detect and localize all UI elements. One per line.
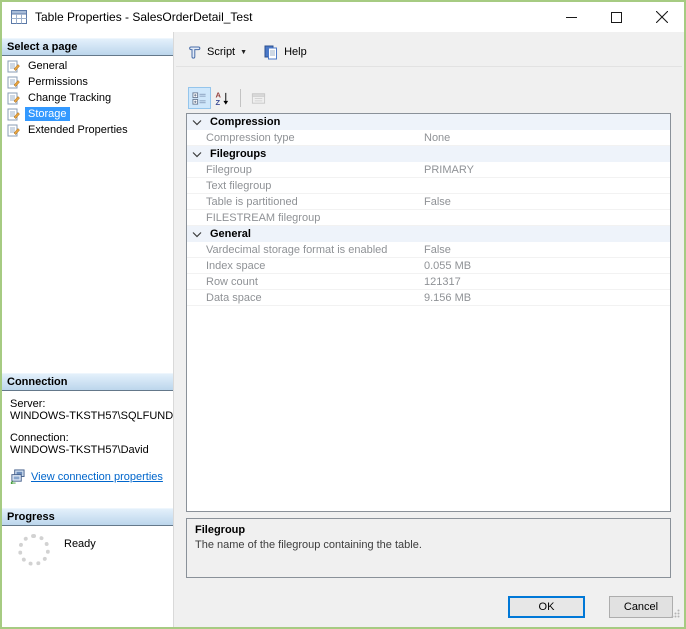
category-label: General [210,228,251,240]
description-panel: Filegroup The name of the filegroup cont… [186,518,671,578]
window-title: Table Properties - SalesOrderDetail_Test [35,10,253,24]
script-scroll-icon [186,45,202,60]
alphabetical-sort-icon[interactable]: A Z [211,87,234,109]
property-grid-toolbar: A Z [188,86,270,110]
resize-grip[interactable] [671,605,680,623]
connection-label: Connection: [10,432,69,444]
svg-text:Z: Z [215,98,220,106]
property-label: Vardecimal storage format is enabled [206,243,388,256]
sidebar-item-label: Change Tracking [28,92,112,104]
sidebar-item-storage[interactable]: Storage [2,106,173,122]
property-row-row-count[interactable]: Row count 121317 [187,274,670,290]
property-row-table-is-partitioned[interactable]: Table is partitioned False [187,194,670,210]
category-row-compression[interactable]: Compression [187,114,670,130]
property-row-index-space[interactable]: Index space 0.055 MB [187,258,670,274]
progress-header: Progress [2,508,173,526]
connection-value: WINDOWS-TKSTH57\David [10,444,149,456]
property-label: Table is partitioned [206,195,298,208]
toolbar-separator [240,89,241,107]
property-value: False [424,195,451,208]
page-script-icon [7,92,20,105]
titlebar: Table Properties - SalesOrderDetail_Test [2,2,684,32]
ok-button[interactable]: OK [508,596,585,618]
category-row-general[interactable]: General [187,226,670,242]
connection-header: Connection [2,373,173,391]
help-button[interactable]: Help [257,42,313,63]
chevron-down-icon [192,151,204,158]
property-label: Row count [206,275,258,288]
chevron-down-icon: ▼ [240,48,248,56]
chevron-down-icon [192,119,204,126]
category-label: Compression [210,116,281,128]
window-controls [549,2,684,32]
property-row-filegroup[interactable]: Filegroup PRIMARY [187,162,670,178]
property-row-data-space[interactable]: Data space 9.156 MB [187,290,670,306]
cancel-button[interactable]: Cancel [609,596,673,618]
sidebar-item-label: Storage [25,107,70,121]
help-book-icon [263,45,279,60]
property-value: PRIMARY [424,163,474,176]
server-value: WINDOWS-TKSTH57\SQLFUND [10,410,173,422]
property-value: 121317 [424,275,461,288]
progress-section: Progress Ready [2,508,173,566]
property-label: Data space [206,291,262,304]
sidebar-item-permissions[interactable]: Permissions [2,74,173,90]
page-script-icon [7,108,20,121]
sidebar-item-label: General [28,60,68,72]
dialog-window: Table Properties - SalesOrderDetail_Test… [0,0,686,629]
sidebar-item-label: Permissions [28,76,88,88]
connection-section: Connection Server: WINDOWS-TKSTH57\SQLFU… [2,373,173,484]
property-label: Index space [206,259,266,272]
network-connection-icon [10,469,25,484]
property-grid: Compression Compression type None Filegr… [186,113,671,512]
spinner-icon [18,534,50,566]
table-icon [11,10,27,24]
help-button-label: Help [284,46,307,58]
property-row-vardecimal[interactable]: Vardecimal storage format is enabled Fal… [187,242,670,258]
sidebar-item-general[interactable]: General [2,58,173,74]
page-script-icon [7,76,20,89]
property-value: False [424,243,451,256]
sidebar-item-change-tracking[interactable]: Change Tracking [2,90,173,106]
property-row-compression-type[interactable]: Compression type None [187,130,670,146]
maximize-icon[interactable] [594,2,639,32]
property-value: 0.055 MB [424,259,472,272]
category-row-filegroups[interactable]: Filegroups [187,146,670,162]
page-list: General Permissions Change Tracking Stor… [2,58,173,138]
close-icon[interactable] [639,2,684,32]
sidebar: Select a page General Permissions Change… [2,32,174,627]
property-value: 9.156 MB [424,291,472,304]
main-panel: Script ▼ Help A Z Compression Compressio… [174,32,684,627]
property-label: Compression type [206,131,295,144]
property-label: Filegroup [206,163,252,176]
property-pages-icon [247,87,270,109]
property-label: Text filegroup [206,179,272,192]
description-text: The name of the filegroup containing the… [195,539,422,551]
sidebar-item-label: Extended Properties [28,124,128,136]
property-value: None [424,131,451,144]
page-script-icon [7,124,20,137]
property-row-text-filegroup[interactable]: Text filegroup [187,178,670,194]
progress-status: Ready [64,538,96,550]
view-connection-properties-link[interactable]: View connection properties [31,471,163,483]
script-toolbar: Script ▼ Help [176,38,682,67]
server-label: Server: [10,398,46,410]
script-button[interactable]: Script ▼ [180,42,253,63]
sidebar-item-extended-properties[interactable]: Extended Properties [2,122,173,138]
page-script-icon [7,60,20,73]
select-page-header: Select a page [2,38,173,56]
categorized-icon[interactable] [188,87,211,109]
minimize-icon[interactable] [549,2,594,32]
property-label: FILESTREAM filegroup [206,211,321,224]
property-row-filestream-filegroup[interactable]: FILESTREAM filegroup [187,210,670,226]
category-label: Filegroups [210,148,267,160]
chevron-down-icon [192,231,204,238]
description-title: Filegroup [195,524,246,536]
script-button-label: Script [207,46,236,58]
